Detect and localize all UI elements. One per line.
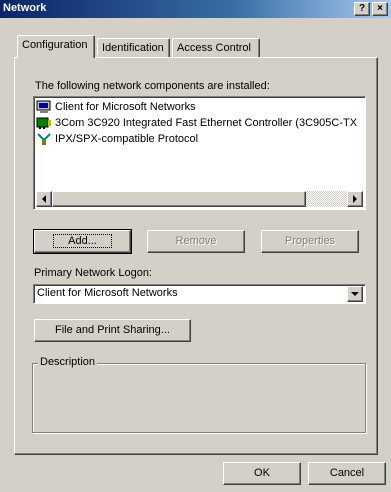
logon-label: Primary Network Logon:	[34, 267, 152, 279]
horizontal-scrollbar[interactable]	[36, 191, 363, 207]
tab-label: Configuration	[22, 39, 88, 51]
close-button[interactable]: ×	[372, 2, 388, 16]
description-groupbox	[32, 363, 366, 433]
tab-label: Identification	[102, 42, 164, 54]
scroll-left-arrow[interactable]	[36, 191, 52, 207]
components-label: The following network components are ins…	[35, 80, 270, 92]
title-bar[interactable]	[0, 0, 391, 18]
components-listbox[interactable]: Client for Microsoft Networks 3Com 3C920…	[33, 96, 366, 210]
remove-button[interactable]: Remove	[147, 230, 245, 253]
properties-button[interactable]: Properties	[261, 230, 359, 253]
tab-identification[interactable]: Identification	[97, 38, 170, 58]
cancel-button-label: Cancel	[329, 467, 365, 479]
scroll-right-arrow[interactable]	[347, 191, 363, 207]
list-item[interactable]: IPX/SPX-compatible Protocol	[36, 131, 362, 147]
list-item-label: Client for Microsoft Networks	[55, 101, 196, 113]
window-title: Network	[3, 2, 47, 14]
dropdown-button[interactable]	[347, 286, 363, 302]
help-button[interactable]: ?	[354, 2, 370, 16]
network-adapter-icon	[36, 116, 52, 130]
ok-button[interactable]: OK	[223, 462, 301, 485]
tab-access-control[interactable]: Access Control	[172, 38, 260, 58]
ok-button-label: OK	[254, 467, 270, 479]
scroll-thumb[interactable]	[52, 191, 306, 207]
protocol-icon	[36, 132, 52, 146]
file-print-sharing-button[interactable]: File and Print Sharing...	[34, 319, 191, 342]
list-item[interactable]: 3Com 3C920 Integrated Fast Ethernet Cont…	[36, 115, 362, 131]
add-button[interactable]: Add...	[33, 229, 132, 254]
close-icon: ×	[377, 3, 383, 14]
arrow-left-icon	[42, 195, 46, 203]
properties-button-label: Properties	[284, 235, 336, 247]
chevron-down-icon	[351, 291, 359, 296]
list-item-label: 3Com 3C920 Integrated Fast Ethernet Cont…	[55, 117, 358, 129]
tab-label: Access Control	[177, 42, 251, 54]
remove-button-label: Remove	[175, 235, 217, 247]
cancel-button[interactable]: Cancel	[308, 462, 386, 485]
list-item-label: IPX/SPX-compatible Protocol	[55, 133, 199, 145]
description-label: Description	[38, 356, 98, 368]
list-item[interactable]: Client for Microsoft Networks	[36, 99, 362, 115]
file-print-sharing-label: File and Print Sharing...	[55, 324, 170, 336]
add-button-label: Add...	[53, 234, 112, 248]
arrow-right-icon	[353, 195, 357, 203]
logon-value: Client for Microsoft Networks	[37, 287, 178, 299]
tab-configuration[interactable]: Configuration	[17, 35, 95, 58]
client-icon	[36, 100, 52, 114]
help-icon: ?	[358, 3, 366, 14]
logon-dropdown[interactable]: Client for Microsoft Networks	[33, 284, 366, 304]
